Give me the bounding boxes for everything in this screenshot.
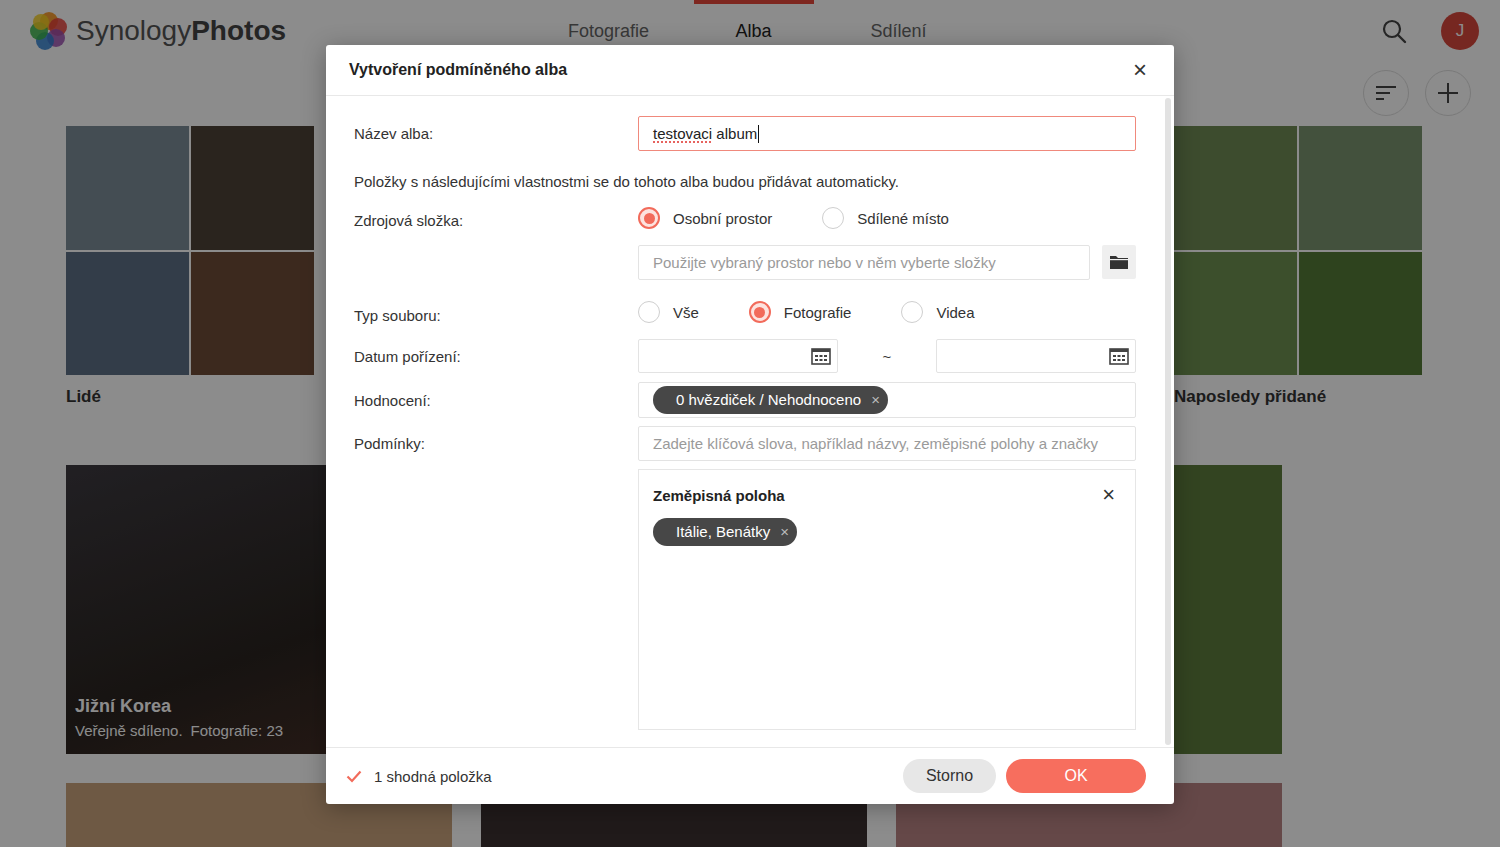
field-label: Datum pořízení: [354, 348, 638, 365]
radio-icon [749, 301, 771, 323]
conditions-panel: Zeměpisná poloha×Itálie, Benátky× [638, 469, 1136, 730]
date-from-input[interactable] [638, 339, 838, 373]
date-row: Datum pořízení: ~ [354, 339, 1137, 373]
remove-tag-button[interactable]: × [780, 522, 789, 542]
radio-icon [638, 301, 660, 323]
match-count: 1 shodná položka [346, 768, 492, 785]
radio-option[interactable]: Videa [901, 301, 974, 323]
conditions-panel-row: Zeměpisná poloha×Itálie, Benátky× [354, 469, 1137, 730]
radio-option[interactable]: Vše [638, 301, 699, 323]
dialog-scrollbar[interactable] [1165, 98, 1171, 745]
radio-icon [901, 301, 923, 323]
file-type-row: Typ souboru:Vše Fotografie Videa [354, 300, 1137, 324]
dialog-body: Název alba:testovaci album Položky s násl… [326, 96, 1174, 747]
close-button[interactable]: × [1133, 58, 1147, 82]
text-caret [758, 125, 759, 143]
field-label: Název alba: [354, 125, 638, 142]
date-to-input[interactable] [936, 339, 1136, 373]
rating-input[interactable]: 0 hvězdiček / Nehodnoceno× [638, 382, 1136, 418]
condition-group-title: Zeměpisná poloha [653, 487, 785, 504]
radio-icon [638, 207, 660, 229]
field-label: Zdrojová složka: [354, 206, 638, 236]
photos-app: SynologyPhotosFotografieAlbaSdíleníJLidé… [0, 0, 1500, 847]
source-radio-group: Osobní prostor Sdílené místo [638, 206, 1136, 230]
field-label: Podmínky: [354, 435, 638, 452]
dialog-header: Vytvoření podmíněného alba × [326, 45, 1174, 96]
dialog-footer: 1 shodná položka Storno OK [326, 747, 1174, 804]
field-label: Typ souboru: [354, 301, 638, 324]
condition-group: Zeměpisná poloha×Itálie, Benátky× [653, 484, 1115, 546]
folder-button[interactable] [1102, 245, 1136, 279]
dialog-button[interactable]: OK [1006, 759, 1146, 793]
rating-row: Hodnocení: 0 hvězdiček / Nehodnoceno× [354, 382, 1137, 418]
source-row: Zdrojová složka:Osobní prostor Sdílené mí… [354, 206, 1137, 280]
location-tag: Itálie, Benátky× [653, 518, 797, 546]
dialog-description: Položky s následujícími vlastnostmi se d… [354, 172, 1137, 192]
radio-option[interactable]: Sdílené místo [822, 207, 949, 229]
check-icon [346, 770, 362, 783]
date-separator: ~ [883, 348, 892, 365]
conditions-input[interactable]: Zadejte klíčová slova, například názvy, … [638, 426, 1136, 461]
album-name-input[interactable]: testovaci album [638, 116, 1136, 151]
radio-option[interactable]: Osobní prostor [638, 207, 772, 229]
folder-icon [1109, 254, 1129, 270]
calendar-icon [1109, 347, 1129, 365]
remove-tag-button[interactable]: × [871, 390, 880, 410]
conditions-row: Podmínky:Zadejte klíčová slova, napříkla… [354, 426, 1137, 461]
field-label: Hodnocení: [354, 392, 638, 409]
create-album-dialog: Vytvoření podmíněného alba×Název alba:te… [326, 45, 1174, 804]
dialog-button[interactable]: Storno [903, 759, 996, 793]
rating-tag: 0 hvězdiček / Nehodnoceno× [653, 386, 888, 414]
radio-option[interactable]: Fotografie [749, 301, 852, 323]
dialog-title: Vytvoření podmíněného alba [349, 61, 567, 79]
radio-icon [822, 207, 844, 229]
remove-group-button[interactable]: × [1102, 484, 1115, 506]
folder-input[interactable]: Použijte vybraný prostor nebo v něm vybe… [638, 245, 1090, 280]
file-type-radio-group: Vše Fotografie Videa [638, 300, 1136, 324]
name-row: Název alba:testovaci album [354, 116, 1137, 151]
calendar-icon [811, 347, 831, 365]
